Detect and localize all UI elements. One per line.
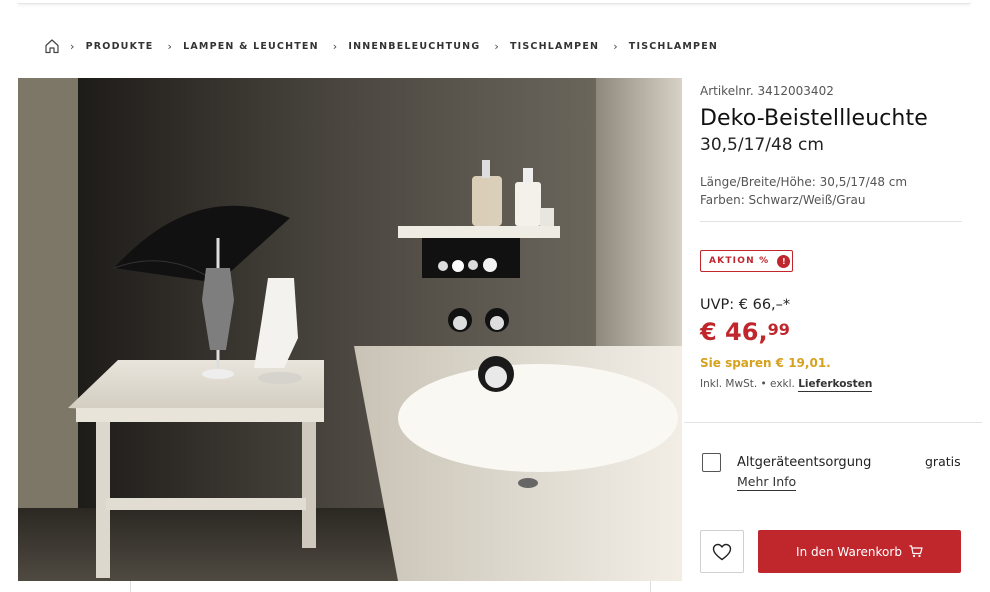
divider (684, 422, 982, 423)
add-to-cart-label: In den Warenkorb (796, 544, 902, 559)
savings-text: Sie sparen € 19,01. (700, 356, 831, 370)
current-price: € 46, 99 (700, 318, 790, 346)
breadcrumb-item-produkte[interactable]: › PRODUKTE (70, 40, 168, 53)
divider (700, 221, 962, 222)
product-title: Deko-Beistellleuchte (700, 106, 928, 131)
divider (650, 581, 651, 592)
top-header-edge (18, 0, 970, 4)
tax-prefix: Inkl. MwSt. • exkl. (700, 378, 799, 390)
uvp-price: UVP: € 66,–* (700, 297, 791, 313)
divider (130, 581, 131, 592)
shopping-cart-icon (909, 545, 923, 558)
article-number: Artikelnr. 3412003402 (700, 84, 834, 98)
disposal-checkbox[interactable] (702, 453, 721, 472)
more-info-link[interactable]: Mehr Info (737, 474, 797, 491)
chevron-right-icon: › (332, 39, 339, 53)
price-cents: 99 (767, 320, 790, 339)
price-main: € 46, (700, 318, 768, 346)
chevron-right-icon: › (613, 39, 619, 53)
product-colors: Farben: Schwarz/Weiß/Grau (700, 193, 866, 207)
product-subtitle: 30,5/17/48 cm (700, 135, 824, 155)
breadcrumb-item-tischlampen-current[interactable]: › TISCHLAMPEN (613, 40, 732, 53)
disposal-service-label: Altgeräteentsorgung (737, 455, 872, 470)
sale-badge-label: AKTION % (709, 256, 770, 266)
product-dimensions: Länge/Breite/Höhe: 30,5/17/48 cm (700, 175, 908, 189)
disposal-service-price: gratis (925, 454, 961, 469)
wishlist-button[interactable] (700, 530, 744, 573)
breadcrumb-item-lampen-leuchten[interactable]: › LAMPEN & LEUCHTEN (168, 40, 333, 53)
add-to-cart-button[interactable]: In den Warenkorb (758, 530, 961, 573)
chevron-right-icon: › (494, 39, 500, 53)
tax-info: Inkl. MwSt. • exkl. Lieferkosten (700, 378, 873, 392)
heart-icon (712, 543, 732, 560)
breadcrumb-item-innenbeleuchtung[interactable]: › INNENBELEUCHTUNG (333, 40, 495, 53)
sale-badge[interactable]: AKTION % ! (700, 250, 793, 272)
product-image[interactable] (18, 78, 682, 581)
home-icon[interactable] (44, 38, 60, 54)
breadcrumb-item-tischlampen[interactable]: › TISCHLAMPEN (494, 40, 613, 53)
chevron-right-icon: › (70, 39, 76, 53)
info-icon[interactable]: ! (777, 254, 791, 268)
shipping-costs-link[interactable]: Lieferkosten (798, 378, 873, 392)
breadcrumb: › PRODUKTE › LAMPEN & LEUCHTEN › INNENBE… (44, 36, 732, 56)
chevron-right-icon: › (167, 39, 174, 53)
